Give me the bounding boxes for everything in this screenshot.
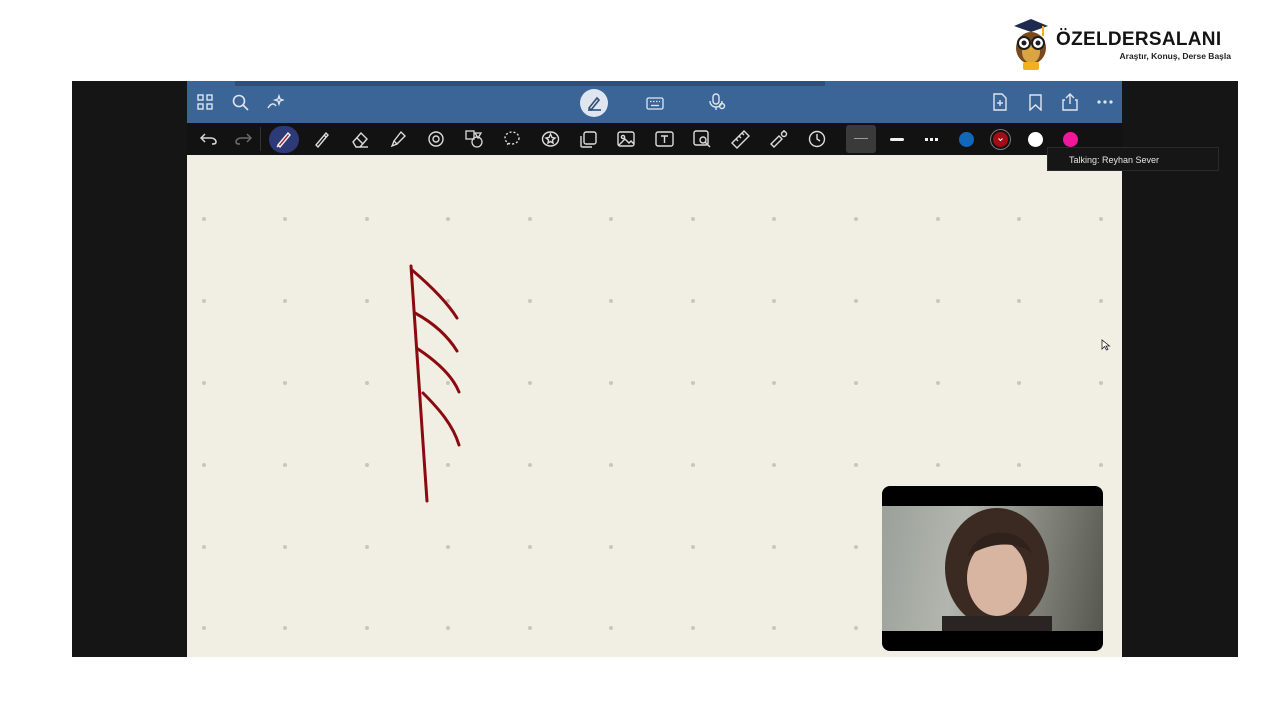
ink-branch-4	[421, 391, 461, 447]
image-search-icon[interactable]	[692, 129, 712, 149]
mouse-cursor-icon	[1101, 339, 1111, 351]
image-icon[interactable]	[616, 129, 636, 149]
brand-slogan: Araştır, Konuş, Derse Başla	[1119, 51, 1232, 61]
video-feed	[882, 506, 1103, 636]
color-swatch-pink[interactable]	[1063, 132, 1078, 147]
top-bar-shade	[235, 81, 825, 86]
redo-icon[interactable]	[233, 129, 253, 149]
more-icon[interactable]	[1095, 92, 1115, 112]
add-page-icon[interactable]	[990, 92, 1010, 112]
chevron-down-icon	[998, 138, 1003, 142]
participant-avatar	[942, 508, 1052, 636]
talking-tooltip: Talking: Reyhan Sever	[1047, 147, 1219, 171]
bookmark-icon[interactable]	[1025, 92, 1045, 112]
handwriting-mode-icon[interactable]	[580, 89, 608, 117]
voice-icon[interactable]	[707, 92, 727, 112]
ink-branch-1	[410, 268, 459, 320]
share-icon[interactable]	[1060, 92, 1080, 112]
color-swatch-blue[interactable]	[959, 132, 974, 147]
stroke-medium-option[interactable]	[885, 129, 909, 149]
text-box-icon[interactable]	[654, 129, 674, 149]
shapes-icon[interactable]	[426, 129, 446, 149]
stroke-dashed-option[interactable]	[920, 129, 944, 149]
color-swatch-white[interactable]	[1028, 132, 1043, 147]
toolbar-divider	[260, 127, 261, 151]
pencil-icon[interactable]	[312, 129, 332, 149]
ink-branch-2	[413, 311, 459, 353]
undo-icon[interactable]	[198, 129, 218, 149]
stroke-thin-selected[interactable]	[846, 125, 876, 153]
sticker-icon[interactable]	[540, 129, 560, 149]
lasso-icon[interactable]	[502, 129, 522, 149]
owl-logo-icon	[1014, 19, 1048, 70]
pen-icon[interactable]	[274, 129, 294, 149]
ink-stem	[409, 264, 429, 503]
sticky-note-icon[interactable]	[578, 129, 598, 149]
participant-video[interactable]	[882, 486, 1103, 651]
stroke-dashed-line	[925, 137, 939, 141]
top-bar	[187, 81, 1122, 123]
eraser-icon[interactable]	[350, 129, 370, 149]
stroke-thin-line	[854, 138, 868, 139]
brand-name: ÖZELDERSALANI	[1056, 29, 1222, 50]
shape-tools-icon[interactable]	[464, 129, 484, 149]
keyboard-icon[interactable]	[645, 93, 665, 113]
ai-sparkle-icon[interactable]	[265, 92, 285, 112]
ruler-icon[interactable]	[730, 129, 750, 149]
timer-icon[interactable]	[807, 129, 827, 149]
color-swatch-darkred-selected[interactable]	[993, 132, 1008, 147]
highlighter-icon[interactable]	[388, 129, 408, 149]
drawing-toolbar	[187, 123, 1122, 155]
search-icon[interactable]	[230, 92, 250, 112]
ink-branch-3	[416, 347, 461, 394]
grid-icon[interactable]	[195, 92, 215, 112]
stroke-medium-line	[890, 137, 904, 141]
laser-pointer-icon[interactable]	[768, 129, 788, 149]
brand-logo: ÖZELDERSALANI Araştır, Konuş, Derse Başl…	[1012, 18, 1237, 72]
